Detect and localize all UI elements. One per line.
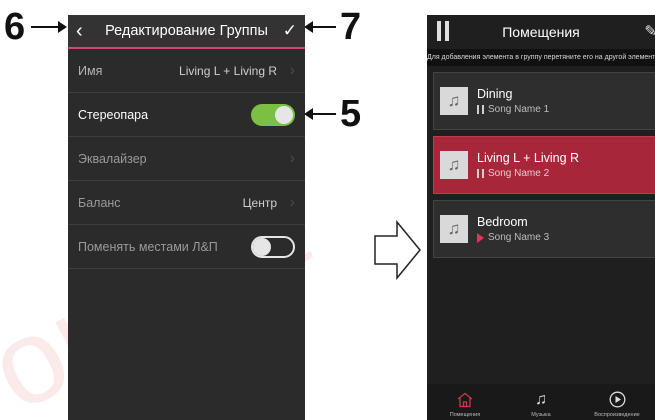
- song-name: Song Name 3: [488, 232, 550, 243]
- swap-lr-toggle[interactable]: [251, 235, 295, 258]
- row-balance[interactable]: Баланс Центр ›: [68, 181, 305, 225]
- chevron-right-icon: ›: [289, 62, 295, 79]
- room-name: Bedroom: [477, 215, 528, 229]
- pause-icon: [477, 105, 484, 114]
- nav-label: Музыка: [531, 412, 551, 418]
- music-note-icon: ♫: [440, 151, 468, 179]
- nav-item-rooms[interactable]: Помещения: [427, 384, 503, 420]
- row-label: Поменять местами Л&П: [78, 239, 218, 254]
- music-note-icon: ♫: [440, 87, 468, 115]
- play-icon: [477, 232, 484, 243]
- nav-label: Воспроизведение: [594, 412, 640, 418]
- toggle-knob: [253, 237, 271, 256]
- page-title: Редактирование Группы: [105, 23, 268, 39]
- room-item-dining[interactable]: ♫ Dining Song Name 1: [433, 72, 655, 130]
- row-label: Баланс: [78, 195, 121, 210]
- song-name: Song Name 2: [488, 168, 550, 179]
- nav-item-music[interactable]: ♫ Музыка: [503, 384, 579, 420]
- room-item-bedroom[interactable]: ♫ Bedroom Song Name 3: [433, 200, 655, 258]
- callout-number: 6: [4, 6, 26, 48]
- house-icon: [457, 392, 473, 408]
- callout-number: 7: [340, 6, 362, 48]
- toggle-knob: [275, 105, 293, 124]
- callout-arrow: [304, 108, 336, 120]
- checkmark-icon[interactable]: ✓: [279, 21, 297, 41]
- room-name: Dining: [477, 87, 513, 101]
- edit-group-header: ‹ Редактирование Группы ✓: [68, 15, 305, 49]
- row-swap-lr: Поменять местами Л&П: [68, 225, 305, 269]
- chevron-right-icon: ›: [289, 150, 295, 167]
- music-note-icon: ♫: [440, 215, 468, 243]
- row-stereo-pair: Стереопара: [68, 93, 305, 137]
- room-item-living[interactable]: ♫ Living L + Living R Song Name 2: [433, 136, 655, 194]
- drag-hint: Для добавления элемента в группу перетян…: [427, 49, 655, 66]
- row-label: Имя: [78, 63, 103, 78]
- back-chevron-icon[interactable]: ‹: [76, 20, 94, 43]
- pause-icon: [477, 169, 484, 178]
- bottom-nav: Помещения ♫ Музыка Воспроизведение: [427, 384, 655, 420]
- transition-arrow-icon: [374, 219, 421, 281]
- pencil-icon[interactable]: ✎: [644, 22, 655, 40]
- row-value: Living L + Living R: [179, 63, 277, 78]
- row-value: Центр: [242, 195, 277, 210]
- stereo-pair-toggle[interactable]: [251, 103, 295, 126]
- play-circle-icon: [609, 391, 625, 408]
- rooms-screen: Помещения ✎ Для добавления элемента в гр…: [427, 15, 655, 420]
- callout-5: 5: [304, 93, 362, 135]
- nav-label: Помещения: [449, 412, 481, 418]
- callout-7: 7: [304, 6, 362, 48]
- callout-arrow: [31, 21, 68, 33]
- edit-group-screen: ‹ Редактирование Группы ✓ Имя Living L +…: [68, 15, 305, 420]
- callout-arrow: [304, 21, 336, 33]
- page-title: Помещения: [502, 24, 580, 40]
- callout-number: 5: [340, 93, 362, 135]
- row-label: Стереопара: [78, 107, 149, 122]
- row-equalizer[interactable]: Эквалайзер ›: [68, 137, 305, 181]
- music-note-icon: ♫: [535, 391, 547, 408]
- menu-bars-icon[interactable]: [437, 21, 450, 41]
- row-name[interactable]: Имя Living L + Living R ›: [68, 49, 305, 93]
- row-label: Эквалайзер: [78, 151, 147, 166]
- nav-item-playback[interactable]: Воспроизведение: [579, 384, 655, 420]
- room-name: Living L + Living R: [477, 151, 580, 165]
- callout-6: 6: [4, 6, 68, 48]
- rooms-header: Помещения ✎: [427, 15, 655, 49]
- chevron-right-icon: ›: [289, 194, 295, 211]
- song-name: Song Name 1: [488, 104, 550, 115]
